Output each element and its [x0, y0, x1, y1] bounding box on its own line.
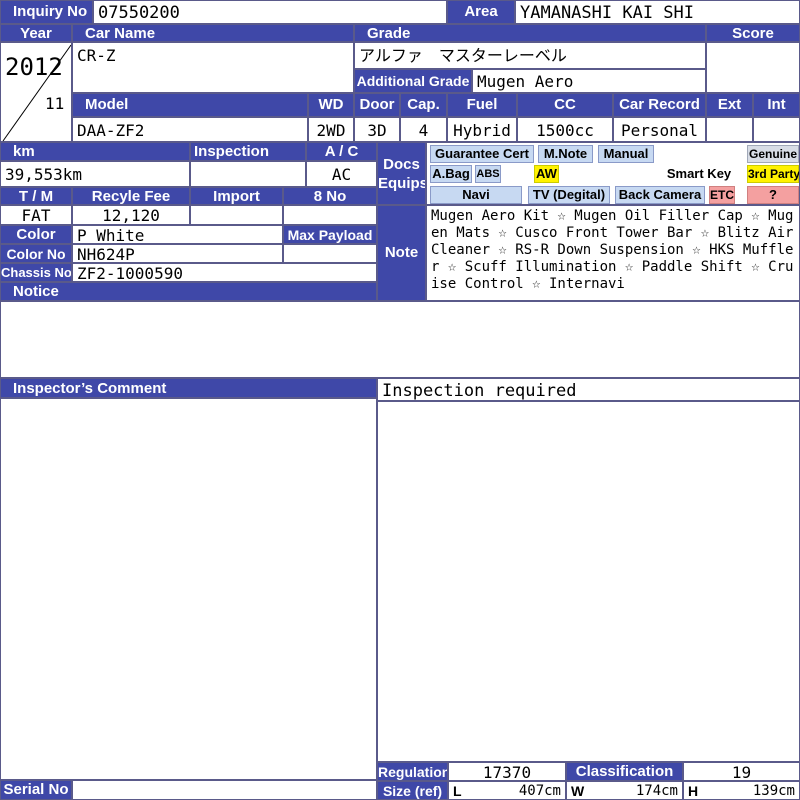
score-label: Score — [706, 24, 800, 42]
fuel-value: Hybrid — [447, 117, 517, 142]
km-value: 39,553km — [0, 161, 190, 187]
car-record-label: Car Record — [613, 93, 706, 117]
import-value — [190, 205, 283, 225]
size-w-label: W — [571, 783, 585, 799]
cc-value: 1500cc — [517, 117, 613, 142]
notice-label: Notice — [0, 282, 377, 301]
inspection-label: Inspection — [190, 142, 306, 161]
chip-genuine: Genuine — [747, 145, 799, 163]
color-label: Color — [0, 225, 72, 244]
size-length-cell: L 407cm — [448, 781, 566, 800]
area-value: YAMANASHI KAI SHI — [515, 0, 800, 24]
inspector-comment-text: Inspection required — [377, 378, 800, 401]
color-no-value: NH624P — [72, 244, 283, 263]
tm-label: T / M — [0, 187, 72, 205]
inspection-diagram-area — [0, 398, 377, 780]
grade-value: アルファ マスターレーベル — [354, 42, 706, 69]
chip-third-party: 3rd Party — [747, 165, 800, 183]
grade-label: Grade — [354, 24, 706, 42]
size-ref-label: Size (ref) — [377, 781, 448, 800]
max-payload-value — [283, 244, 377, 263]
chip-guarantee-cert: Guarantee Cert — [430, 145, 534, 163]
chip-etc: ETC — [709, 186, 735, 204]
ac-value: AC — [306, 161, 377, 187]
size-l-value: 407cm — [518, 783, 561, 799]
wd-value: 2WD — [308, 117, 354, 142]
chip-smart-key: Smart Key — [662, 165, 736, 183]
max-payload-label: Max Payload — [283, 225, 377, 244]
door-label: Door — [354, 93, 400, 117]
car-name-value: CR-Z — [72, 42, 354, 93]
ac-label: A / C — [306, 142, 377, 161]
import-label: Import — [190, 187, 283, 205]
color-value: P White — [72, 225, 283, 244]
notice-body — [0, 301, 800, 378]
cap-label: Cap. — [400, 93, 447, 117]
size-width-cell: W 174cm — [566, 781, 683, 800]
ext-value — [706, 117, 753, 142]
chip-navi: Navi — [430, 186, 522, 204]
inspector-comment-body — [377, 401, 800, 762]
wd-label: WD — [308, 93, 354, 117]
door-value: 3D — [354, 117, 400, 142]
area-label: Area — [447, 0, 515, 24]
note-label: Note — [377, 205, 426, 301]
chip-unknown: ? — [747, 186, 799, 204]
inspection-value — [190, 161, 306, 187]
fuel-label: Fuel — [447, 93, 517, 117]
color-no-label: Color No — [0, 244, 72, 263]
serial-no-value — [72, 780, 377, 800]
car-record-value: Personal — [613, 117, 706, 142]
ext-label: Ext — [706, 93, 753, 117]
cc-label: CC — [517, 93, 613, 117]
inquiry-no-label: Inquiry No — [0, 0, 93, 24]
int-label: Int — [753, 93, 800, 117]
inspector-comment-label: Inspector’s Comment — [0, 378, 377, 398]
chip-m-note: M.Note — [538, 145, 593, 163]
chassis-no-label: Chassis No — [0, 263, 72, 282]
chip-aw: AW — [534, 165, 559, 183]
inquiry-no-value: 07550200 — [93, 0, 447, 24]
chip-manual: Manual — [598, 145, 654, 163]
recycle-fee-value: 12,120 — [72, 205, 190, 225]
tm-value: FAT — [0, 205, 72, 225]
docs-equips-label: Docs Equips — [377, 142, 426, 205]
size-l-label: L — [453, 783, 462, 799]
km-label: km — [0, 142, 190, 161]
classification-label: Classification — [566, 762, 683, 781]
equips-label: Equips — [378, 175, 426, 192]
serial-no-label: Serial No — [0, 780, 72, 800]
car-name-label: Car Name — [72, 24, 354, 42]
cap-value: 4 — [400, 117, 447, 142]
year-value: 2012 — [5, 53, 63, 81]
chip-abs: ABS — [475, 165, 501, 183]
eight-no-label: 8 No — [283, 187, 377, 205]
regulation-label: Regulation — [377, 762, 448, 781]
recycle-fee-label: Recyle Fee — [72, 187, 190, 205]
eight-no-value — [283, 205, 377, 225]
model-label: Model — [72, 93, 308, 117]
regulation-value: 17370 — [448, 762, 566, 781]
chip-a-bag: A.Bag — [430, 165, 472, 183]
docs-equips-panel: Guarantee Cert M.Note Manual Genuine A.B… — [426, 142, 800, 205]
note-text: Mugen Aero Kit ☆ Mugen Oil Filler Cap ☆ … — [426, 205, 800, 301]
model-value: DAA-ZF2 — [72, 117, 308, 142]
additional-grade-label: Additional Grade — [354, 69, 472, 93]
int-value — [753, 117, 800, 142]
classification-value: 19 — [683, 762, 800, 781]
size-height-cell: H 139cm — [683, 781, 800, 800]
month-value: 11 — [45, 94, 65, 113]
auction-sheet: Inquiry No 07550200 Area YAMANASHI KAI S… — [0, 0, 800, 800]
chip-back-camera: Back Camera — [615, 186, 705, 204]
size-w-value: 174cm — [635, 783, 678, 799]
chassis-no-value: ZF2-1000590 — [72, 263, 377, 282]
score-value — [706, 42, 800, 93]
docs-label: Docs — [383, 156, 420, 173]
year-cell: 2012 11 — [0, 42, 72, 142]
additional-grade-value: Mugen Aero — [472, 69, 706, 93]
size-h-value: 139cm — [752, 783, 795, 799]
chip-tv: TV (Degital) — [528, 186, 610, 204]
size-h-label: H — [688, 783, 699, 799]
year-label: Year — [0, 24, 72, 42]
